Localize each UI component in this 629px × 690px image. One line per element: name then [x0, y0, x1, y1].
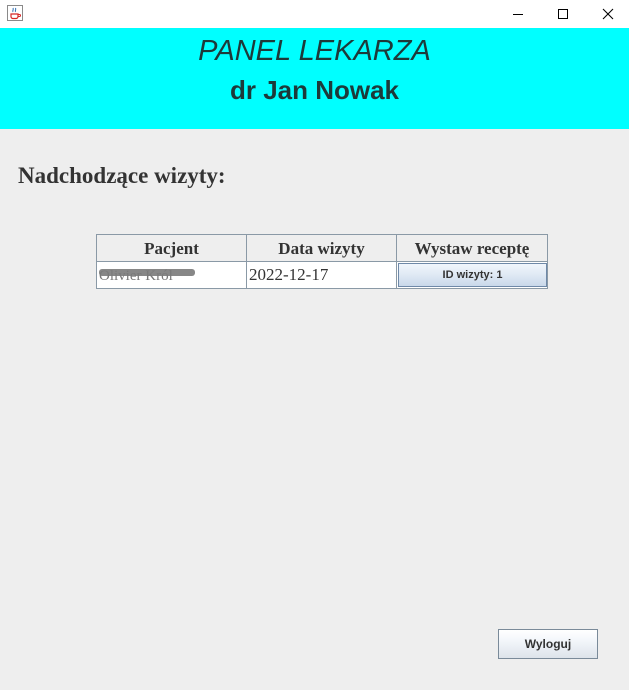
issue-prescription-button[interactable]: ID wizyty: 1 — [398, 263, 547, 287]
section-heading: Nadchodzące wizyty: — [18, 163, 226, 188]
maximize-icon — [558, 9, 568, 19]
window-titlebar — [0, 0, 629, 28]
java-cup-icon — [7, 5, 23, 21]
patient-name: Olivier Król — [99, 268, 173, 284]
minimize-button[interactable] — [495, 0, 541, 28]
logout-button[interactable]: Wyloguj — [498, 629, 598, 659]
maximize-button[interactable] — [540, 0, 586, 28]
column-header-date[interactable]: Data wizyty — [246, 234, 397, 262]
close-button[interactable] — [585, 0, 629, 28]
cell-patient[interactable]: Olivier Król — [96, 262, 247, 289]
cell-date[interactable]: 2022-12-17 — [246, 262, 397, 289]
redaction-mark — [99, 269, 195, 276]
close-icon — [602, 8, 614, 20]
minimize-icon — [513, 14, 523, 15]
doctor-name: dr Jan Nowak — [229, 75, 400, 105]
column-header-patient[interactable]: Pacjent — [96, 234, 247, 262]
appointments-table: Pacjent Data wizyty Wystaw receptę Olivi… — [96, 234, 548, 289]
cell-prescription: ID wizyty: 1 — [396, 262, 548, 289]
panel-title: PANEL LEKARZA — [198, 35, 431, 67]
header-banner: PANEL LEKARZA dr Jan Nowak — [0, 28, 629, 129]
column-header-prescription[interactable]: Wystaw receptę — [396, 234, 548, 262]
